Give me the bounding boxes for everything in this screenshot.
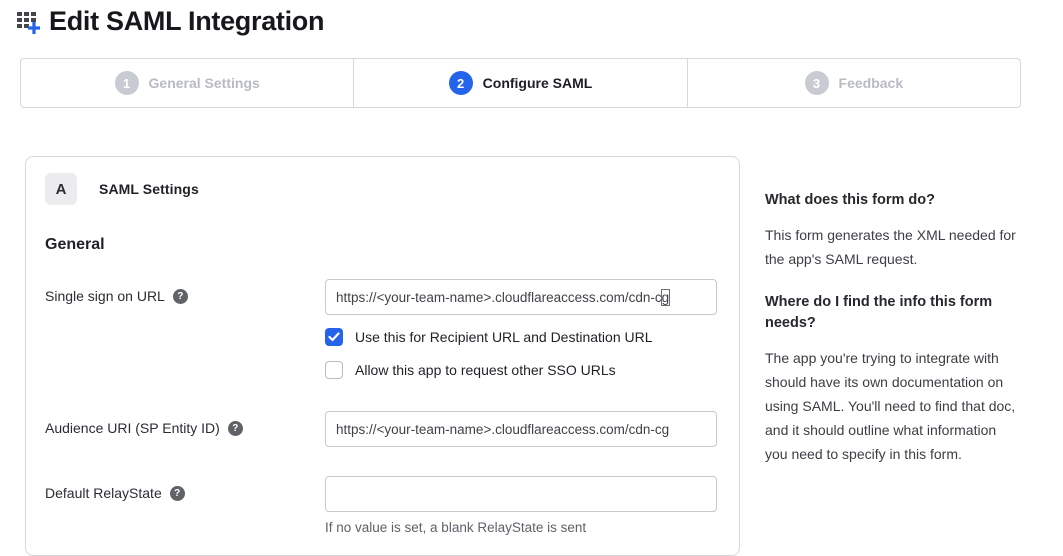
- section-badge: A: [45, 173, 77, 205]
- text-cursor: g: [662, 290, 670, 305]
- relay-state-input[interactable]: [325, 476, 717, 512]
- relay-state-value-col: If no value is set, a blank RelayState i…: [325, 476, 717, 535]
- audience-uri-help-icon[interactable]: ?: [228, 421, 243, 436]
- recipient-url-checkbox-label: Use this for Recipient URL and Destinati…: [355, 329, 653, 345]
- other-sso-urls-checkbox[interactable]: [325, 361, 343, 379]
- app-grid-add-icon: [16, 9, 46, 39]
- section-header: A SAML Settings: [45, 173, 715, 205]
- help-heading: What does this form do?: [765, 190, 1019, 211]
- page-title: Edit SAML Integration: [49, 6, 324, 37]
- step-configure-saml[interactable]: 2 Configure SAML: [353, 59, 686, 107]
- other-sso-urls-checkbox-label: Allow this app to request other SSO URLs: [355, 362, 616, 378]
- audience-uri-label: Audience URI (SP Entity ID): [45, 420, 220, 436]
- step-number-badge: 1: [115, 71, 139, 95]
- sso-url-row: Single sign on URL ? https://<your-team-…: [45, 279, 715, 379]
- section-title: SAML Settings: [99, 181, 199, 197]
- relay-state-row: Default RelayState ? If no value is set,…: [45, 476, 715, 535]
- step-general-settings[interactable]: 1 General Settings: [21, 59, 353, 107]
- sso-url-input[interactable]: https://<your-team-name>.cloudflareacces…: [325, 279, 717, 315]
- sso-url-input-value: https://<your-team-name>.cloudflareacces…: [336, 290, 662, 305]
- step-label: Feedback: [839, 75, 904, 91]
- step-label: General Settings: [149, 75, 260, 91]
- sso-url-label-col: Single sign on URL ?: [45, 279, 325, 304]
- recipient-url-checkbox-row[interactable]: Use this for Recipient URL and Destinati…: [325, 328, 717, 346]
- audience-uri-value-col: https://<your-team-name>.cloudflareacces…: [325, 411, 717, 447]
- other-sso-urls-checkbox-row[interactable]: Allow this app to request other SSO URLs: [325, 361, 717, 379]
- relay-state-label: Default RelayState: [45, 485, 162, 501]
- relay-state-label-col: Default RelayState ?: [45, 476, 325, 501]
- page-header: Edit SAML Integration: [16, 6, 324, 37]
- step-number-badge: 2: [449, 71, 473, 95]
- help-section-what: What does this form do? This form genera…: [765, 190, 1019, 271]
- audience-uri-label-col: Audience URI (SP Entity ID) ?: [45, 411, 325, 436]
- relay-state-helper-text: If no value is set, a blank RelayState i…: [325, 520, 717, 535]
- wizard-steps-bar: 1 General Settings 2 Configure SAML 3 Fe…: [20, 58, 1021, 108]
- help-heading: Where do I find the info this form needs…: [765, 292, 1019, 334]
- relay-state-help-icon[interactable]: ?: [170, 486, 185, 501]
- saml-settings-card: A SAML Settings General Single sign on U…: [25, 156, 740, 556]
- check-icon: [328, 332, 340, 342]
- general-group-heading: General: [45, 236, 715, 254]
- audience-uri-input[interactable]: https://<your-team-name>.cloudflareacces…: [325, 411, 717, 447]
- help-body: The app you're trying to integrate with …: [765, 346, 1019, 466]
- step-label: Configure SAML: [483, 75, 593, 91]
- sso-url-label: Single sign on URL: [45, 288, 165, 304]
- audience-uri-input-value: https://<your-team-name>.cloudflareacces…: [336, 422, 669, 437]
- sso-url-value-col: https://<your-team-name>.cloudflareacces…: [325, 279, 717, 379]
- step-number-badge: 3: [805, 71, 829, 95]
- step-feedback[interactable]: 3 Feedback: [687, 59, 1020, 107]
- recipient-url-checkbox[interactable]: [325, 328, 343, 346]
- audience-uri-row: Audience URI (SP Entity ID) ? https://<y…: [45, 411, 715, 447]
- help-body: This form generates the XML needed for t…: [765, 223, 1019, 271]
- sso-url-help-icon[interactable]: ?: [173, 289, 188, 304]
- help-section-where: Where do I find the info this form needs…: [765, 292, 1019, 466]
- help-sidebar: What does this form do? This form genera…: [765, 190, 1019, 487]
